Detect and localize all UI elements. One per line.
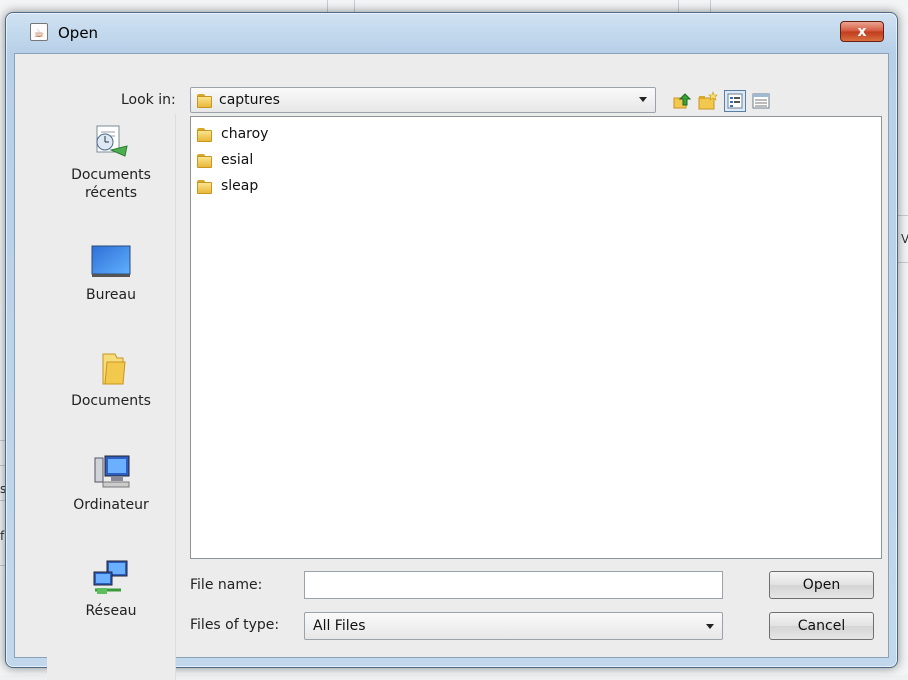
folder-icon [197,126,213,142]
file-name: charoy [221,126,269,142]
open-dialog: ☕ Open x Look in: captures Documents réc… [5,12,898,680]
list-view-button[interactable] [724,90,746,112]
folder-icon [197,178,213,194]
bg-divider [898,262,908,263]
file-name-input[interactable] [304,571,723,599]
details-view-button[interactable] [750,90,772,112]
cancel-button[interactable]: Cancel [769,612,874,640]
recent-documents-icon [91,124,131,160]
list-item[interactable]: charoy [197,123,268,145]
file-name-label: File name: [190,577,263,593]
file-name: esial [221,152,254,168]
close-button[interactable]: x [840,21,884,42]
place-label: Documents récents [71,167,151,201]
list-view-icon [727,93,743,109]
bg-divider [898,215,908,216]
folder-icon [197,152,213,168]
bg-divider [354,0,355,12]
file-type-value: All Files [313,618,366,634]
place-label: Réseau [85,603,137,619]
chevron-down-icon [639,97,647,102]
dialog-title: Open [58,24,99,42]
look-in-value: captures [219,92,280,108]
chevron-down-icon [706,624,714,629]
bg-text-fragment: V [901,232,908,246]
place-network[interactable]: Réseau [47,560,175,620]
desktop-icon [91,244,131,280]
list-item[interactable]: sleap [197,175,258,197]
java-app-icon: ☕ [30,23,48,41]
title-bar[interactable]: ☕ Open x [6,13,897,53]
file-type-combobox[interactable]: All Files [304,612,723,640]
places-bar: Documents récents Bureau Documents Ordin… [47,114,176,680]
folder-icon [197,92,213,108]
file-list[interactable]: charoy esial sleap [190,116,882,559]
bg-divider [678,0,679,12]
place-computer[interactable]: Ordinateur [47,454,175,514]
details-view-icon [752,93,770,109]
file-type-label: Files of type: [190,617,280,633]
place-label: Ordinateur [73,497,149,513]
place-documents[interactable]: Documents [47,350,175,410]
look-in-label: Look in: [121,92,176,108]
place-label: Documents [71,393,151,409]
up-folder-icon [673,93,692,109]
place-desktop[interactable]: Bureau [47,244,175,304]
dialog-body: Look in: captures Documents récents Bure… [14,53,889,680]
place-label: Bureau [86,287,136,303]
place-recent-documents[interactable]: Documents récents [47,124,175,202]
documents-folder-icon [91,350,131,386]
up-folder-button[interactable] [671,90,693,112]
open-button[interactable]: Open [769,571,874,599]
new-folder-button[interactable] [697,90,719,112]
new-folder-icon [698,91,718,110]
file-name: sleap [221,178,259,194]
list-item[interactable]: esial [197,149,253,171]
network-icon [91,560,131,596]
look-in-combobox[interactable]: captures [190,87,656,113]
bg-divider [327,0,328,12]
bg-divider [710,0,711,12]
computer-icon [91,454,131,490]
